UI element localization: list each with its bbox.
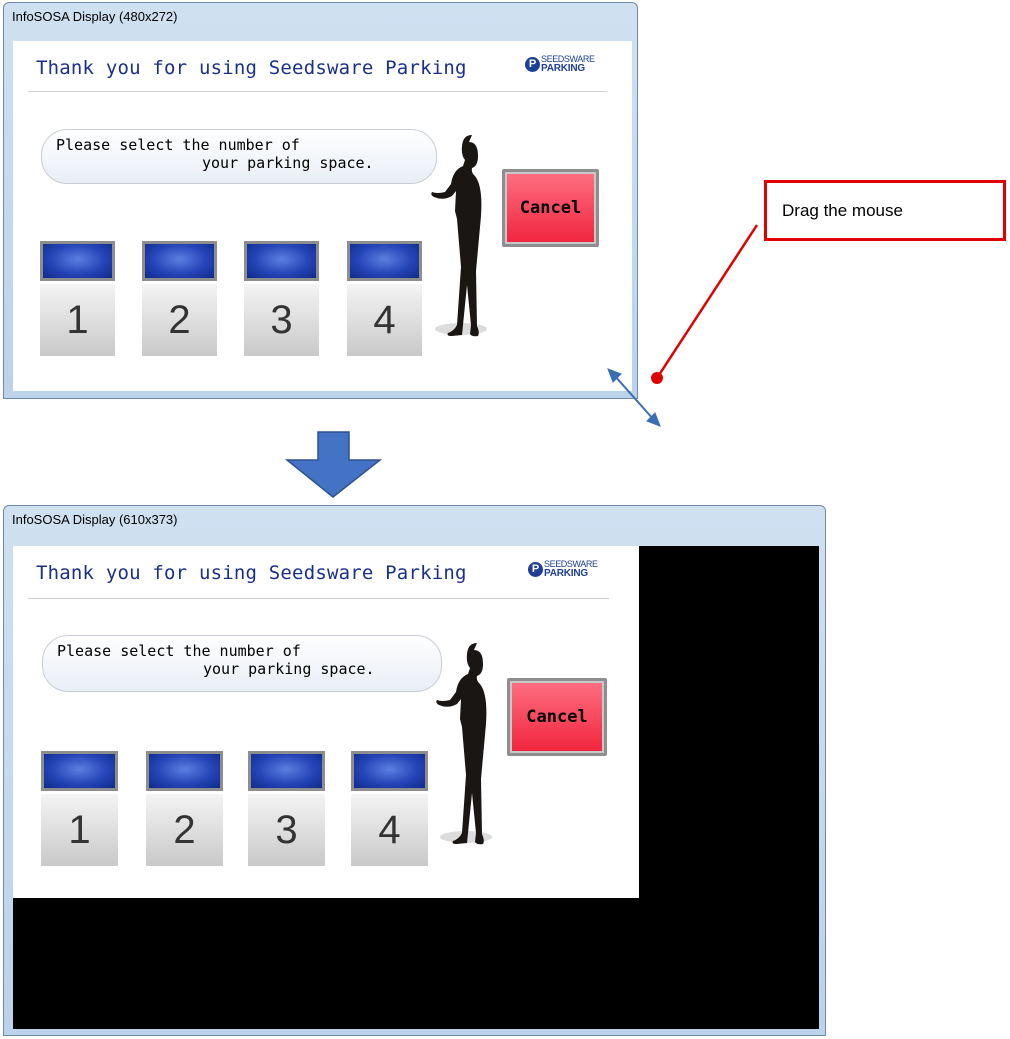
pointer-line	[655, 224, 759, 379]
pointer-dot	[651, 372, 663, 384]
annotation-layer	[284, 224, 759, 498]
annotation-label: Drag the mouse	[782, 201, 903, 220]
down-arrow-icon	[284, 431, 383, 498]
annotation-callout: Drag the mouse	[764, 180, 1006, 241]
